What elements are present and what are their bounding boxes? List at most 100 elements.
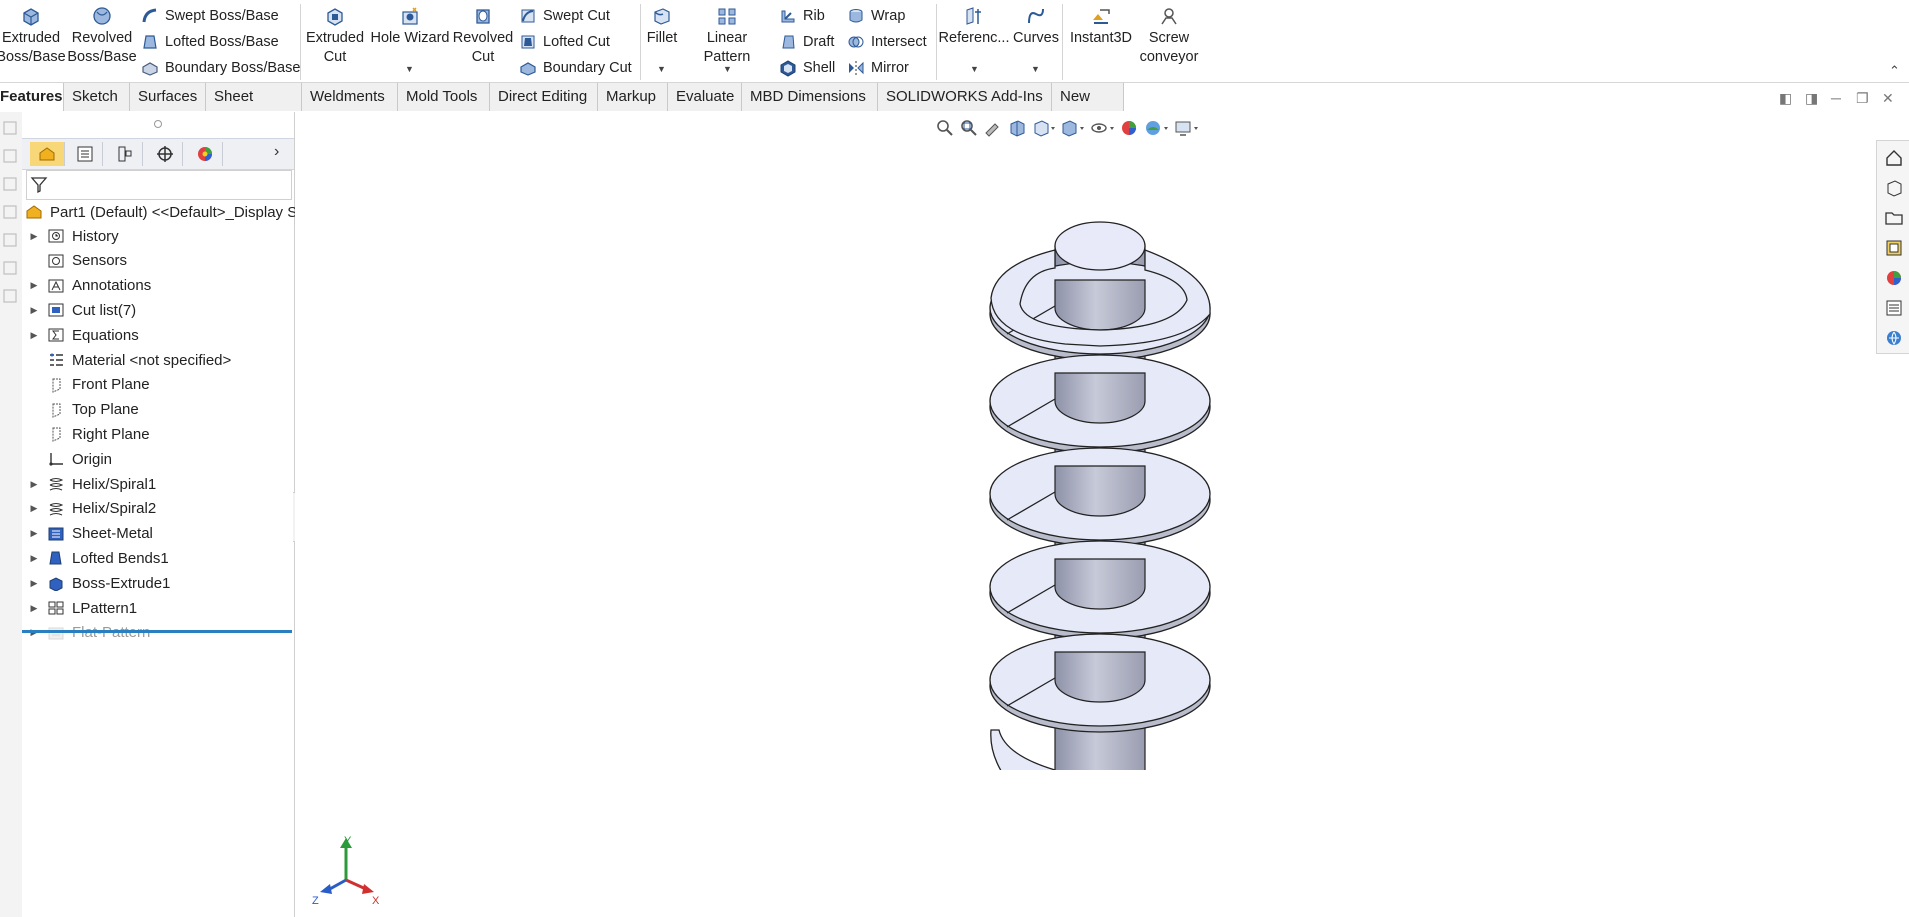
tab-mbd-dimensions[interactable]: MBD Dimensions: [742, 83, 878, 111]
wrap-button[interactable]: Wrap: [846, 5, 905, 27]
expand-arrow-icon[interactable]: ▶: [22, 553, 46, 564]
draft-button[interactable]: Draft: [778, 31, 834, 53]
hole-wizard-button[interactable]: Hole Wizard: [370, 5, 450, 48]
tile-right-icon[interactable]: ◨: [1805, 90, 1818, 107]
section-view-icon[interactable]: [1007, 118, 1027, 138]
tab-weldments[interactable]: Weldments: [302, 83, 398, 111]
tree-item-material-not-specified[interactable]: Material <not specified>: [22, 348, 231, 372]
tab-mold-tools[interactable]: Mold Tools: [398, 83, 490, 111]
feature-tree-filter[interactable]: [26, 170, 292, 200]
tree-item-lofted-bends1[interactable]: ▶ Lofted Bends1: [22, 546, 169, 570]
forum-icon[interactable]: [1883, 327, 1905, 349]
tree-item-boss-extrude1[interactable]: ▶ Boss-Extrude1: [22, 571, 171, 595]
tab-new-tab[interactable]: New Tab: [1052, 83, 1124, 133]
hide-show-items-icon[interactable]: [1089, 118, 1115, 138]
tab-evaluate[interactable]: Evaluate: [668, 83, 742, 111]
revolved-cut-button[interactable]: Revolved Cut: [452, 5, 514, 67]
tree-item-right-plane[interactable]: Right Plane: [22, 422, 150, 446]
tree-item-equations[interactable]: ▶ Equations: [22, 323, 139, 347]
tab-sheet-metal[interactable]: Sheet Metal: [206, 83, 302, 133]
tab-solidworks-add-ins[interactable]: SOLIDWORKS Add-Ins: [878, 83, 1052, 111]
dimxpert-manager-tab[interactable]: [148, 142, 183, 166]
intersect-button[interactable]: Intersect: [846, 31, 927, 53]
tile-left-icon[interactable]: ◧: [1779, 90, 1792, 107]
revolved-boss-button[interactable]: Revolved Boss/Base: [67, 5, 137, 67]
expand-arrow-icon[interactable]: ▶: [22, 603, 46, 614]
restore-icon[interactable]: ❐: [1856, 90, 1869, 107]
rollback-bar[interactable]: [22, 630, 292, 633]
chevron-right-icon[interactable]: ›: [274, 143, 279, 161]
expand-arrow-icon[interactable]: ▶: [22, 528, 46, 539]
view-palette-icon[interactable]: [1883, 237, 1905, 259]
expand-arrow-icon[interactable]: ▶: [22, 305, 46, 316]
apply-scene-icon[interactable]: [1143, 118, 1169, 138]
configuration-manager-tab[interactable]: [108, 142, 143, 166]
minimize-icon[interactable]: ─: [1831, 90, 1841, 106]
mirror-button[interactable]: Mirror: [846, 57, 909, 79]
expand-arrow-icon[interactable]: ▶: [22, 503, 46, 514]
fillet-button[interactable]: Fillet: [644, 5, 680, 48]
collapse-ribbon-chevron-up-icon[interactable]: ⌃: [1889, 63, 1900, 79]
feature-manager-tab[interactable]: [30, 142, 65, 166]
tab-features[interactable]: Features: [0, 83, 64, 111]
reference-geometry-button[interactable]: Referenc...: [939, 5, 1009, 48]
swept-boss-button[interactable]: Swept Boss/Base: [140, 5, 279, 27]
linear-pattern-chevron-down-icon[interactable]: ▼: [723, 64, 732, 74]
tab-direct-editing[interactable]: Direct Editing: [490, 83, 598, 111]
sketch-tools-icon[interactable]: [0, 112, 22, 332]
tree-item-helix-spiral1[interactable]: ▶ Helix/Spiral1: [22, 472, 157, 496]
edit-appearance-icon[interactable]: [1119, 118, 1139, 138]
boundary-boss-button[interactable]: Boundary Boss/Base: [140, 57, 300, 79]
swept-cut-button[interactable]: Swept Cut: [518, 5, 610, 27]
tree-item-annotations[interactable]: ▶ Annotations: [22, 274, 152, 298]
tree-item-front-plane[interactable]: Front Plane: [22, 373, 150, 397]
fillet-chevron-down-icon[interactable]: ▼: [657, 64, 666, 74]
tree-root-part[interactable]: Part1 (Default) <<Default>_Display S: [24, 200, 297, 224]
curves-button[interactable]: Curves: [1012, 5, 1060, 48]
view-orientation-icon[interactable]: [1031, 118, 1055, 138]
appearances-scenes-icon[interactable]: [1883, 267, 1905, 289]
shell-button[interactable]: Shell: [778, 57, 835, 79]
tree-item-origin[interactable]: Origin: [22, 447, 112, 471]
tab-sketch[interactable]: Sketch: [64, 83, 130, 111]
tree-item-cut-list-7[interactable]: ▶ Cut list(7): [22, 298, 137, 322]
lofted-cut-button[interactable]: Lofted Cut: [518, 31, 610, 53]
expand-arrow-icon[interactable]: ▶: [22, 280, 46, 291]
rib-button[interactable]: Rib: [778, 5, 825, 27]
boundary-cut-button[interactable]: Boundary Cut: [518, 57, 632, 79]
tree-item-history[interactable]: ▶ History: [22, 224, 119, 248]
view-settings-icon[interactable]: [1173, 118, 1199, 138]
expand-arrow-icon[interactable]: ▶: [22, 479, 46, 490]
property-manager-tab[interactable]: [68, 142, 103, 166]
display-manager-tab[interactable]: [188, 142, 223, 166]
close-icon[interactable]: ✕: [1882, 90, 1894, 107]
tree-item-sensors[interactable]: Sensors: [22, 249, 127, 273]
custom-properties-icon[interactable]: [1883, 297, 1905, 319]
screw-conveyor-macro-button[interactable]: Screw conveyor: [1136, 5, 1202, 67]
tab-markup[interactable]: Markup: [598, 83, 668, 111]
panel-grip-icon[interactable]: [154, 120, 162, 128]
tab-surfaces[interactable]: Surfaces: [130, 83, 206, 111]
hole-wizard-chevron-down-icon[interactable]: ▼: [405, 64, 414, 74]
curves-chevron-down-icon[interactable]: ▼: [1031, 64, 1040, 74]
previous-view-icon[interactable]: [983, 118, 1003, 138]
screw-conveyor-model[interactable]: [975, 210, 1235, 770]
instant3d-button[interactable]: Instant3D: [1066, 5, 1136, 48]
tree-item-lpattern1[interactable]: ▶ LPattern1: [22, 596, 138, 620]
file-explorer-icon[interactable]: [1883, 207, 1905, 229]
extruded-cut-button[interactable]: Extruded Cut: [304, 5, 366, 67]
display-style-icon[interactable]: [1059, 118, 1085, 138]
solidworks-resources-icon[interactable]: [1883, 147, 1905, 169]
expand-arrow-icon[interactable]: ▶: [22, 231, 46, 242]
zoom-to-area-icon[interactable]: [959, 118, 979, 138]
tree-item-top-plane[interactable]: Top Plane: [22, 398, 139, 422]
tree-item-helix-spiral2[interactable]: ▶ Helix/Spiral2: [22, 497, 157, 521]
lofted-boss-button[interactable]: Lofted Boss/Base: [140, 31, 279, 53]
reference-chevron-down-icon[interactable]: ▼: [970, 64, 979, 74]
design-library-icon[interactable]: [1883, 177, 1905, 199]
expand-arrow-icon[interactable]: ▶: [22, 578, 46, 589]
tree-item-sheet-metal[interactable]: ▶ Sheet-Metal: [22, 522, 153, 546]
zoom-to-fit-icon[interactable]: [935, 118, 955, 138]
extruded-boss-button[interactable]: Extruded Boss/Base: [0, 5, 66, 67]
expand-arrow-icon[interactable]: ▶: [22, 330, 46, 341]
